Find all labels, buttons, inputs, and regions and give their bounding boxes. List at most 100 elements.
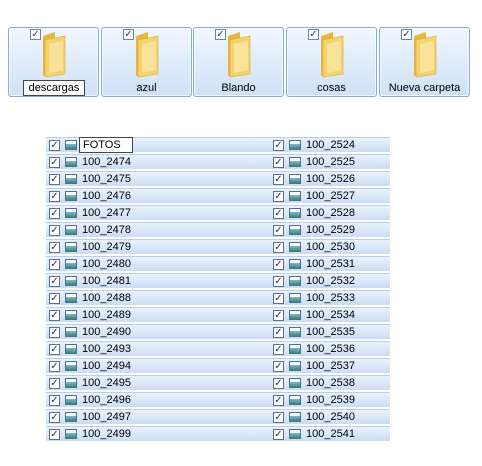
list-item[interactable]: ✓ 100_2540 xyxy=(270,409,390,425)
file-name: 100_2494 xyxy=(82,360,131,372)
checkbox[interactable]: ✓ xyxy=(273,276,284,287)
list-item[interactable]: ✓ 100_2531 xyxy=(270,256,390,272)
checkbox[interactable]: ✓ xyxy=(49,225,60,236)
checkbox[interactable]: ✓ xyxy=(49,429,60,440)
checkbox[interactable]: ✓ xyxy=(49,259,60,270)
checkbox[interactable]: ✓ xyxy=(49,344,60,355)
list-item[interactable]: ✓ 100_2525 xyxy=(270,154,390,170)
image-file-icon xyxy=(289,140,301,150)
list-item[interactable]: ✓ 100_2541 xyxy=(270,426,390,442)
image-file-icon xyxy=(289,174,301,184)
list-item[interactable]: ✓ 100_2480 xyxy=(46,256,270,272)
checkbox[interactable]: ✓ xyxy=(49,157,60,168)
list-item[interactable]: ✓ 100_2538 xyxy=(270,375,390,391)
checkbox[interactable]: ✓ xyxy=(273,395,284,406)
checkbox[interactable]: ✓ xyxy=(273,327,284,338)
checkbox[interactable]: ✓ xyxy=(273,242,284,253)
list-item[interactable]: ✓ 100_2536 xyxy=(270,341,390,357)
checkbox[interactable]: ✓ xyxy=(49,378,60,389)
image-file-icon xyxy=(289,191,301,201)
checkbox[interactable]: ✓ xyxy=(273,174,284,185)
image-file-icon xyxy=(65,361,77,371)
checkbox[interactable]: ✓ xyxy=(273,412,284,423)
checkbox[interactable]: ✓ xyxy=(273,191,284,202)
checkbox[interactable]: ✓ xyxy=(273,293,284,304)
list-item[interactable]: ✓ 100_2497 xyxy=(46,409,270,425)
checkbox[interactable]: ✓ xyxy=(273,208,284,219)
checkbox[interactable]: ✓ xyxy=(49,276,60,287)
file-name: 100_2540 xyxy=(306,411,355,423)
checkbox[interactable]: ✓ xyxy=(273,344,284,355)
folder-icon xyxy=(136,32,159,78)
image-file-icon xyxy=(65,174,77,184)
list-item[interactable]: ✓ 100_2535 xyxy=(270,324,390,340)
list-item[interactable]: ✓ 100_2493 xyxy=(46,341,270,357)
image-file-icon xyxy=(289,276,301,286)
checkbox[interactable]: ✓ xyxy=(49,412,60,423)
folder-icon xyxy=(43,32,66,78)
image-file-icon xyxy=(289,412,301,422)
list-item[interactable]: ✓ 100_2495 xyxy=(46,375,270,391)
list-item[interactable]: ✓ 100_2490 xyxy=(46,324,270,340)
checkbox[interactable]: ✓ xyxy=(49,327,60,338)
list-item[interactable]: ✓ 100_2539 xyxy=(270,392,390,408)
file-name: 100_2529 xyxy=(306,224,355,236)
file-name: 100_2539 xyxy=(306,394,355,406)
list-item[interactable]: ✓ 100_2530 xyxy=(270,239,390,255)
list-item[interactable]: ✓ 100_2532 xyxy=(270,273,390,289)
file-name: 100_2474 xyxy=(82,156,131,168)
list-item[interactable]: ✓ 100_2533 xyxy=(270,290,390,306)
list-item[interactable]: ✓ 100_2477 xyxy=(46,205,270,221)
checkbox[interactable]: ✓ xyxy=(273,310,284,321)
list-item[interactable]: ✓ 100_2537 xyxy=(270,358,390,374)
list-item[interactable]: ✓ 100_2528 xyxy=(270,205,390,221)
checkbox[interactable]: ✓ xyxy=(273,378,284,389)
list-item[interactable]: ✓ 100_2527 xyxy=(270,188,390,204)
list-item[interactable]: ✓ 100_2529 xyxy=(270,222,390,238)
folder-tile-blando[interactable]: ✓ Blando xyxy=(193,27,284,97)
list-item[interactable]: ✓ FOTOS xyxy=(46,137,270,153)
checkbox[interactable]: ✓ xyxy=(49,395,60,406)
image-file-icon xyxy=(65,259,77,269)
checkbox[interactable]: ✓ xyxy=(49,174,60,185)
checkbox[interactable]: ✓ xyxy=(49,293,60,304)
folder-tile-cosas[interactable]: ✓ cosas xyxy=(286,27,377,97)
checkbox[interactable]: ✓ xyxy=(49,208,60,219)
folder-tile-descargas[interactable]: ✓ descargas xyxy=(8,27,99,97)
checkbox[interactable]: ✓ xyxy=(273,361,284,372)
file-name: 100_2499 xyxy=(82,428,131,440)
image-file-icon xyxy=(65,293,77,303)
file-name: 100_2496 xyxy=(82,394,131,406)
list-item[interactable]: ✓ 100_2499 xyxy=(46,426,270,442)
rename-field[interactable]: FOTOS xyxy=(79,137,133,153)
list-item[interactable]: ✓ 100_2534 xyxy=(270,307,390,323)
list-item[interactable]: ✓ 100_2526 xyxy=(270,171,390,187)
list-item[interactable]: ✓ 100_2481 xyxy=(46,273,270,289)
list-item[interactable]: ✓ 100_2494 xyxy=(46,358,270,374)
checkbox[interactable]: ✓ xyxy=(49,310,60,321)
checkbox[interactable]: ✓ xyxy=(49,242,60,253)
list-item[interactable]: ✓ 100_2476 xyxy=(46,188,270,204)
folder-label[interactable]: descargas xyxy=(23,80,85,96)
checkbox[interactable]: ✓ xyxy=(273,140,284,151)
list-item[interactable]: ✓ 100_2489 xyxy=(46,307,270,323)
checkbox[interactable]: ✓ xyxy=(49,191,60,202)
folder-tile-nueva-carpeta[interactable]: ✓ Nueva carpeta xyxy=(379,27,470,97)
file-name: 100_2478 xyxy=(82,224,131,236)
checkbox[interactable]: ✓ xyxy=(273,225,284,236)
file-name: 100_2480 xyxy=(82,258,131,270)
checkbox[interactable]: ✓ xyxy=(273,157,284,168)
checkbox[interactable]: ✓ xyxy=(49,140,60,151)
list-item[interactable]: ✓ 100_2488 xyxy=(46,290,270,306)
checkbox[interactable]: ✓ xyxy=(49,361,60,372)
list-item[interactable]: ✓ 100_2475 xyxy=(46,171,270,187)
list-item[interactable]: ✓ 100_2496 xyxy=(46,392,270,408)
list-item[interactable]: ✓ 100_2524 xyxy=(270,137,390,153)
checkbox[interactable]: ✓ xyxy=(273,429,284,440)
folder-label: cosas xyxy=(317,82,346,94)
checkbox[interactable]: ✓ xyxy=(273,259,284,270)
folder-tile-azul[interactable]: ✓ azul xyxy=(101,27,192,97)
list-item[interactable]: ✓ 100_2478 xyxy=(46,222,270,238)
list-item[interactable]: ✓ 100_2479 xyxy=(46,239,270,255)
list-item[interactable]: ✓ 100_2474 xyxy=(46,154,270,170)
